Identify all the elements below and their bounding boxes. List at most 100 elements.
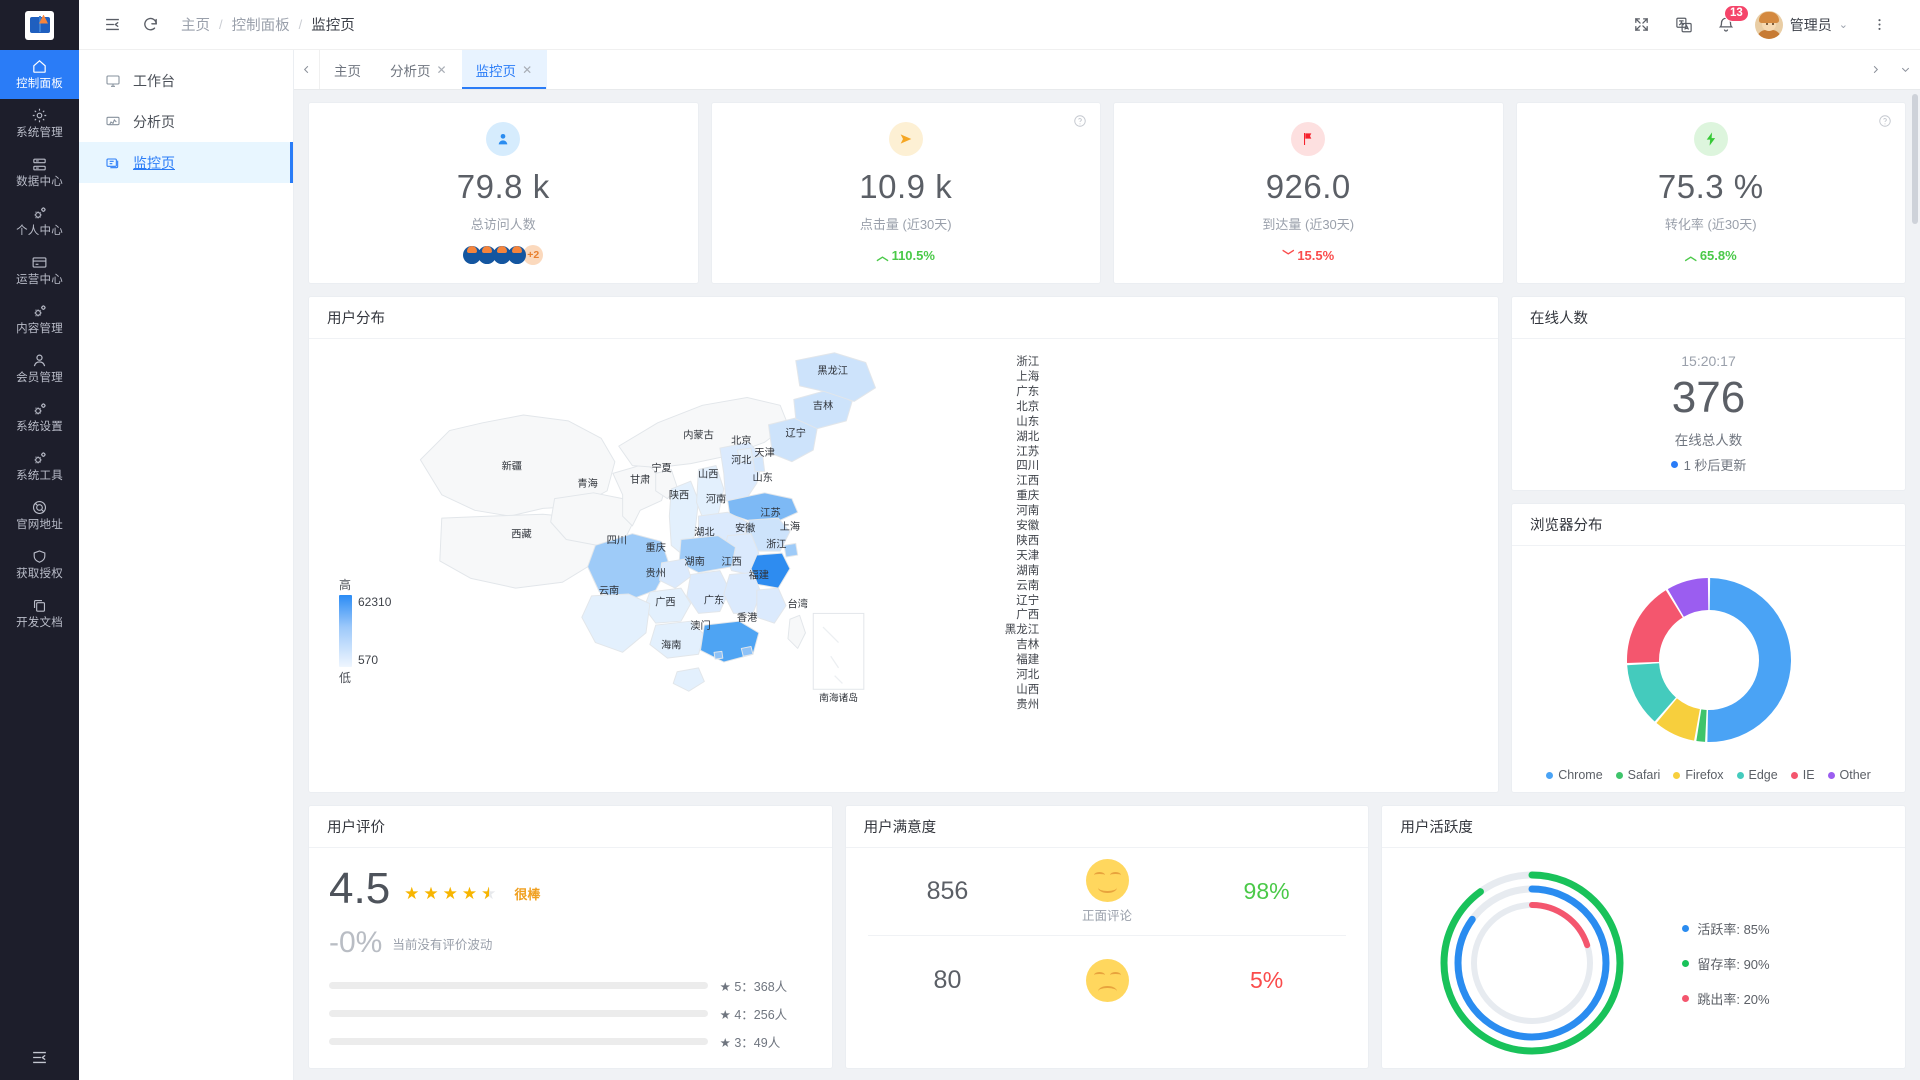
user-menu[interactable]: 管理员 ⌄	[1749, 11, 1856, 39]
map-label-inner-mongolia: 内蒙古	[683, 428, 714, 441]
province-bar-row: 广东	[1000, 385, 1470, 398]
province-label: 山西	[1000, 681, 1046, 697]
legend-label: Firefox	[1685, 768, 1723, 782]
logo[interactable]	[0, 0, 79, 50]
province-bar-track	[1046, 699, 1470, 708]
province-bar-track	[1046, 565, 1470, 574]
breadcrumb-item-1[interactable]: 控制面板	[232, 14, 290, 35]
browser-legend-item-4[interactable]: IE	[1791, 768, 1815, 782]
secondary-menu-item-1[interactable]: 分析页	[79, 101, 293, 142]
sidebar-item-4[interactable]: 运营中心	[0, 246, 79, 295]
chevron-down-icon	[1900, 64, 1911, 75]
tab-1[interactable]: 分析页✕	[376, 50, 462, 89]
browser-distribution-body: Chrome Safari Firefox Edge IE Other	[1512, 546, 1905, 792]
language-button[interactable]	[1665, 6, 1703, 44]
tabs-controls	[1860, 50, 1920, 89]
sidebar-collapse-button[interactable]	[0, 1034, 79, 1080]
browser-legend-item-1[interactable]: Safari	[1616, 768, 1661, 782]
tab-close-icon[interactable]: ✕	[522, 63, 532, 77]
province-bar-track	[1046, 401, 1470, 410]
sidebar-item-3[interactable]: 个人中心	[0, 197, 79, 246]
notifications-button[interactable]: 13	[1707, 6, 1745, 44]
kpi-trend: ︿65.8%	[1685, 247, 1737, 264]
browser-legend-item-0[interactable]: Chrome	[1546, 768, 1602, 782]
legend-dot-icon	[1546, 772, 1553, 779]
tab-0[interactable]: 主页	[320, 50, 376, 89]
sidebar-item-8[interactable]: 系统工具	[0, 442, 79, 491]
browser-donut-chart[interactable]	[1609, 560, 1809, 760]
legend-dot-icon	[1737, 772, 1744, 779]
sidebar-item-9[interactable]: 官网地址	[0, 491, 79, 540]
scroll-area[interactable]: 79.8 k总访问人数+210.9 k点击量 (近30天)︿110.5%926.…	[294, 90, 1920, 1080]
sidebar-item-10[interactable]: 获取授权	[0, 540, 79, 589]
fullscreen-button[interactable]	[1623, 6, 1661, 44]
map-label-hebei: 河北	[731, 455, 751, 467]
legend-max-value: 62310	[358, 595, 391, 609]
kpi-card-3: 75.3 %转化率 (近30天)︿65.8%	[1516, 102, 1907, 284]
tabs-dropdown-button[interactable]	[1890, 50, 1920, 89]
activity-legend-label: 活跃率: 85%	[1697, 919, 1769, 938]
province-label: 陕西	[1000, 532, 1046, 548]
sidebar-item-0[interactable]: 控制面板	[0, 50, 79, 99]
map-label-yunnan: 云南	[599, 584, 619, 597]
kpi-trend-value: 110.5%	[892, 248, 935, 263]
monitor-page-icon	[105, 155, 121, 171]
map-label-guangxi: 广西	[655, 597, 675, 609]
activity-legend-item-1[interactable]: 留存率: 90%	[1682, 954, 1769, 973]
activity-legend-item-0[interactable]: 活跃率: 85%	[1682, 919, 1769, 938]
user-activity-body: 活跃率: 85% 留存率: 90% 跳出率: 20%	[1382, 848, 1905, 1068]
china-map[interactable]: 新疆 内蒙古 黑龙江 吉林 辽宁 北京 天津 河北	[319, 345, 1000, 734]
secondary-menu-item-0[interactable]: 工作台	[79, 60, 293, 101]
province-bar-row: 安徽	[1000, 519, 1470, 532]
rating-stars: ★★★★★	[404, 884, 496, 912]
kpi-trend: ︿110.5%	[877, 247, 935, 264]
donut-slice-chrome	[1707, 578, 1791, 742]
more-options-button[interactable]	[1860, 6, 1898, 44]
avatar	[508, 246, 526, 264]
browser-legend-item-5[interactable]: Other	[1828, 768, 1871, 782]
middle-row: 用户分布	[308, 296, 1906, 793]
sidebar-item-2[interactable]: 数据中心	[0, 148, 79, 197]
sidebar-item-5[interactable]: 内容管理	[0, 295, 79, 344]
tabs-prev-button[interactable]	[294, 50, 320, 89]
province-bar-row: 重庆	[1000, 489, 1470, 502]
browser-legend-item-2[interactable]: Firefox	[1673, 768, 1723, 782]
breadcrumb-item-0[interactable]: 主页	[181, 14, 210, 35]
sidebar-item-1[interactable]: 系统管理	[0, 99, 79, 148]
map-label-tianjin: 天津	[754, 447, 774, 459]
province-bar-track	[1046, 655, 1470, 664]
tabs-next-button[interactable]	[1860, 50, 1890, 89]
legend-label: Edge	[1749, 768, 1778, 782]
sidebar-item-6[interactable]: 会员管理	[0, 344, 79, 393]
secondary-menu-item-2[interactable]: 监控页	[79, 142, 293, 183]
rating-word: 很棒	[514, 884, 540, 912]
map-label-guangdong: 广东	[704, 594, 724, 607]
vertical-scrollbar[interactable]	[1912, 94, 1918, 224]
help-icon[interactable]	[1073, 114, 1087, 133]
sidebar-item-11[interactable]: 开发文档	[0, 589, 79, 638]
legend-dot-icon	[1673, 772, 1680, 779]
province-bar-track	[1046, 669, 1470, 678]
menu-fold-button[interactable]	[93, 6, 131, 44]
arrow-down-icon: ﹀	[1282, 247, 1294, 264]
refresh-icon	[142, 16, 159, 33]
sidebar-item-7[interactable]: 系统设置	[0, 393, 79, 442]
province-bar-row: 山西	[1000, 683, 1470, 696]
side-column: 在线人数 15:20:17 376 在线总人数 1 秒后更新	[1511, 296, 1906, 793]
tab-close-icon[interactable]: ✕	[437, 63, 447, 77]
monitor-icon	[105, 73, 121, 89]
rating-delta-row: -0% 当前没有评价波动	[329, 928, 812, 958]
chevron-left-icon	[301, 64, 312, 75]
map-label-fujian: 福建	[749, 568, 769, 581]
map-label-taiwan: 台湾	[787, 598, 807, 611]
tab-2[interactable]: 监控页✕	[462, 50, 548, 89]
fullscreen-icon	[1633, 16, 1650, 33]
kpi-avatars-more: +2	[523, 245, 543, 265]
activity-legend-item-2[interactable]: 跳出率: 20%	[1682, 989, 1769, 1008]
rating-bar-track	[329, 1038, 708, 1045]
book-logo-icon	[25, 11, 54, 40]
browser-legend-item-3[interactable]: Edge	[1737, 768, 1778, 782]
activity-rings[interactable]	[1382, 858, 1682, 1068]
refresh-button[interactable]	[131, 6, 169, 44]
help-icon[interactable]	[1878, 114, 1892, 133]
